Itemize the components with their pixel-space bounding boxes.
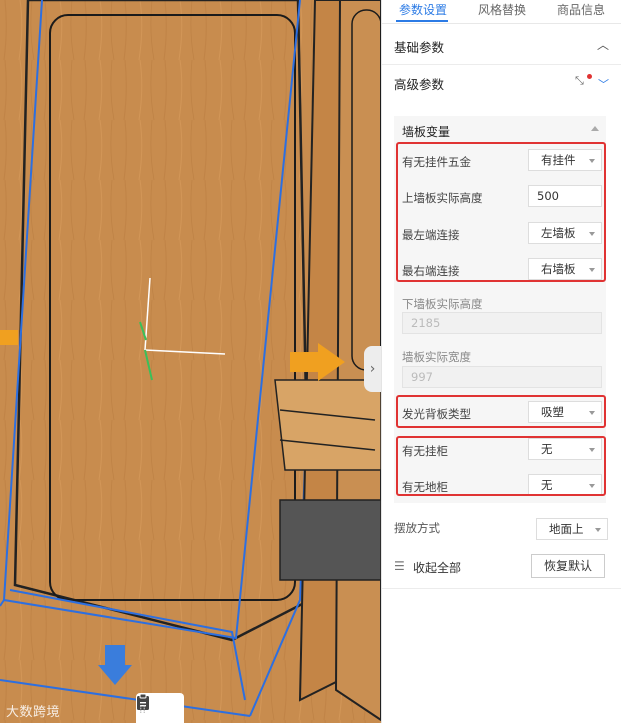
notification-dot bbox=[587, 74, 592, 79]
group-title: 墙板变量 bbox=[402, 125, 451, 139]
3d-viewport[interactable]: › 大数跨境 ⁞⁞ bbox=[0, 0, 381, 723]
divider bbox=[382, 64, 621, 65]
highlight-box bbox=[396, 395, 606, 428]
lower-panel-height-input: 2185 bbox=[402, 312, 602, 334]
placement-select[interactable]: 地面上 bbox=[536, 518, 608, 540]
panel-width-input: 997 bbox=[402, 366, 602, 388]
tab-product[interactable]: 商品信息 bbox=[557, 1, 605, 18]
highlight-box bbox=[396, 436, 606, 496]
collapse-all-icon[interactable]: ☰ bbox=[394, 559, 405, 573]
collapse-panel-handle[interactable]: › bbox=[364, 346, 381, 392]
tab-bar: 参数设置 风格替换 商品信息 bbox=[382, 0, 621, 24]
reset-default-button[interactable]: 恢复默认 bbox=[531, 554, 605, 578]
chevron-down-icon[interactable]: ﹀ bbox=[598, 76, 609, 92]
highlight-box bbox=[396, 142, 606, 282]
watermark: 大数跨境 bbox=[6, 705, 61, 720]
tab-style[interactable]: 风格替换 bbox=[478, 1, 526, 18]
wardrobe-scene bbox=[0, 0, 381, 723]
property-panel: 参数设置 风格替换 商品信息 基础参数 ︿ 高级参数 ⤡ ﹀ 墙板变量 有无挂件… bbox=[381, 0, 621, 723]
placement-label: 摆放方式 bbox=[394, 521, 440, 535]
expand-diagonal-icon[interactable]: ⤡ bbox=[575, 74, 584, 88]
field-label: 下墙板实际高度 bbox=[402, 297, 483, 311]
chevron-up-icon[interactable]: ︿ bbox=[597, 36, 609, 53]
section-advanced[interactable]: 高级参数 bbox=[394, 74, 444, 93]
drag-grip-icon[interactable]: ⁞⁞ bbox=[139, 703, 146, 716]
collapse-triangle-icon[interactable] bbox=[591, 126, 599, 131]
section-basic[interactable]: 基础参数 bbox=[394, 37, 444, 56]
field-label: 墙板实际宽度 bbox=[402, 350, 471, 364]
collapse-all-link[interactable]: 收起全部 bbox=[413, 559, 461, 576]
active-tab-indicator bbox=[396, 20, 448, 22]
tab-params[interactable]: 参数设置 bbox=[399, 1, 447, 18]
chevron-right-icon: › bbox=[369, 361, 376, 377]
divider bbox=[382, 588, 621, 589]
